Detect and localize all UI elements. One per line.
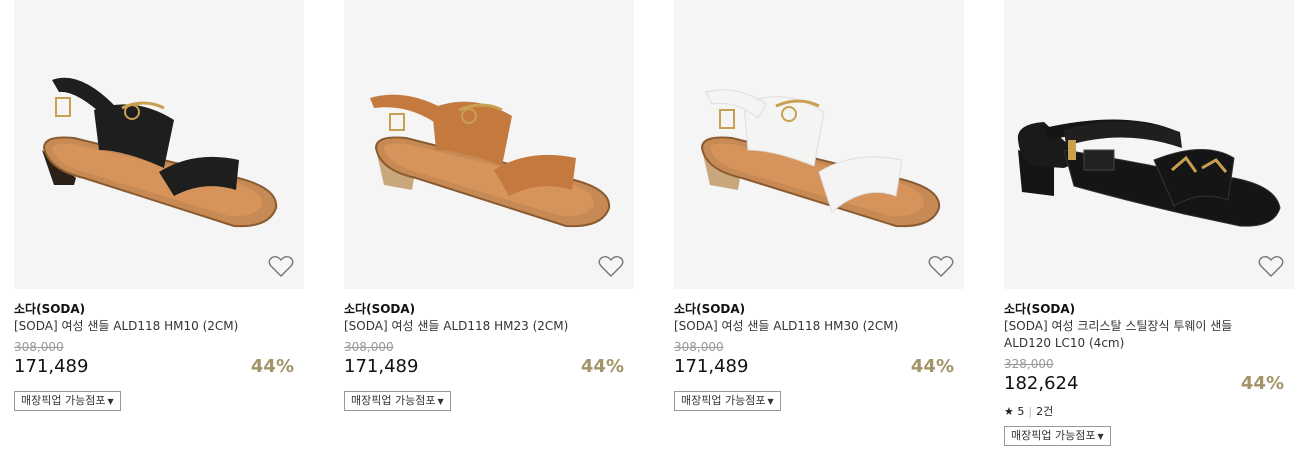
pickup-label: 매장픽업 가능점포 (351, 394, 436, 407)
product-card[interactable]: 소다(SODA) [SODA] 여성 샌들 ALD118 HM10 (2CM) … (14, 0, 304, 411)
sandal-image (700, 89, 941, 228)
heart-outline-icon[interactable] (1258, 255, 1284, 279)
original-price: 308,000 (14, 340, 64, 354)
sale-price: 171,489 (674, 356, 749, 377)
original-price: 308,000 (674, 340, 724, 354)
product-name[interactable]: [SODA] 여성 샌들 ALD118 HM23 (2CM) (344, 318, 594, 335)
store-pickup-dropdown[interactable]: 매장픽업 가능점포 ▼ (344, 391, 451, 411)
product-image[interactable] (14, 0, 304, 289)
brand-name[interactable]: 소다(SODA) (14, 300, 85, 317)
sale-price: 182,624 (1004, 373, 1079, 394)
brand-name[interactable]: 소다(SODA) (674, 300, 745, 317)
discount-rate: 44% (1240, 373, 1284, 394)
product-card[interactable]: 소다(SODA) [SODA] 여성 샌들 ALD118 HM23 (2CM) … (344, 0, 634, 411)
discount-rate: 44% (250, 356, 294, 377)
brand-name[interactable]: 소다(SODA) (1004, 300, 1075, 317)
product-name[interactable]: [SODA] 여성 샌들 ALD118 HM30 (2CM) (674, 318, 924, 335)
heart-outline-icon[interactable] (928, 255, 954, 279)
review-count: 2건 (1036, 405, 1054, 418)
product-image[interactable] (1004, 0, 1294, 289)
rating-summary[interactable]: ★ 5 | 2건 (1004, 403, 1053, 419)
sandal-image (370, 94, 611, 228)
pickup-label: 매장픽업 가능점포 (681, 394, 766, 407)
pickup-label: 매장픽업 가능점포 (1011, 429, 1096, 442)
sandal-image (42, 77, 278, 228)
star-icon: ★ (1004, 405, 1014, 418)
product-image[interactable] (344, 0, 634, 289)
sale-price: 171,489 (344, 356, 419, 377)
pickup-label: 매장픽업 가능점포 (21, 394, 106, 407)
original-price: 328,000 (1004, 357, 1054, 371)
caret-down-icon: ▼ (437, 397, 444, 406)
caret-down-icon: ▼ (767, 397, 774, 406)
rating-score: 5 (1017, 405, 1025, 418)
discount-rate: 44% (580, 356, 624, 377)
sale-price: 171,489 (14, 356, 89, 377)
caret-down-icon: ▼ (1097, 432, 1104, 441)
sandal-image (1017, 119, 1281, 227)
product-name[interactable]: [SODA] 여성 크리스탈 스틸장식 투웨이 샌들 ALD120 LC10 (… (1004, 318, 1254, 352)
product-name[interactable]: [SODA] 여성 샌들 ALD118 HM10 (2CM) (14, 318, 264, 335)
original-price: 308,000 (344, 340, 394, 354)
store-pickup-dropdown[interactable]: 매장픽업 가능점포 ▼ (674, 391, 781, 411)
discount-rate: 44% (910, 356, 954, 377)
brand-name[interactable]: 소다(SODA) (344, 300, 415, 317)
product-card[interactable]: 소다(SODA) [SODA] 여성 크리스탈 스틸장식 투웨이 샌들 ALD1… (1004, 0, 1294, 446)
heart-outline-icon[interactable] (268, 255, 294, 279)
product-image[interactable] (674, 0, 964, 289)
store-pickup-dropdown[interactable]: 매장픽업 가능점포 ▼ (14, 391, 121, 411)
store-pickup-dropdown[interactable]: 매장픽업 가능점포 ▼ (1004, 426, 1111, 446)
rating-divider: | (1028, 405, 1033, 418)
heart-outline-icon[interactable] (598, 255, 624, 279)
product-card[interactable]: 소다(SODA) [SODA] 여성 샌들 ALD118 HM30 (2CM) … (674, 0, 964, 411)
caret-down-icon: ▼ (107, 397, 114, 406)
